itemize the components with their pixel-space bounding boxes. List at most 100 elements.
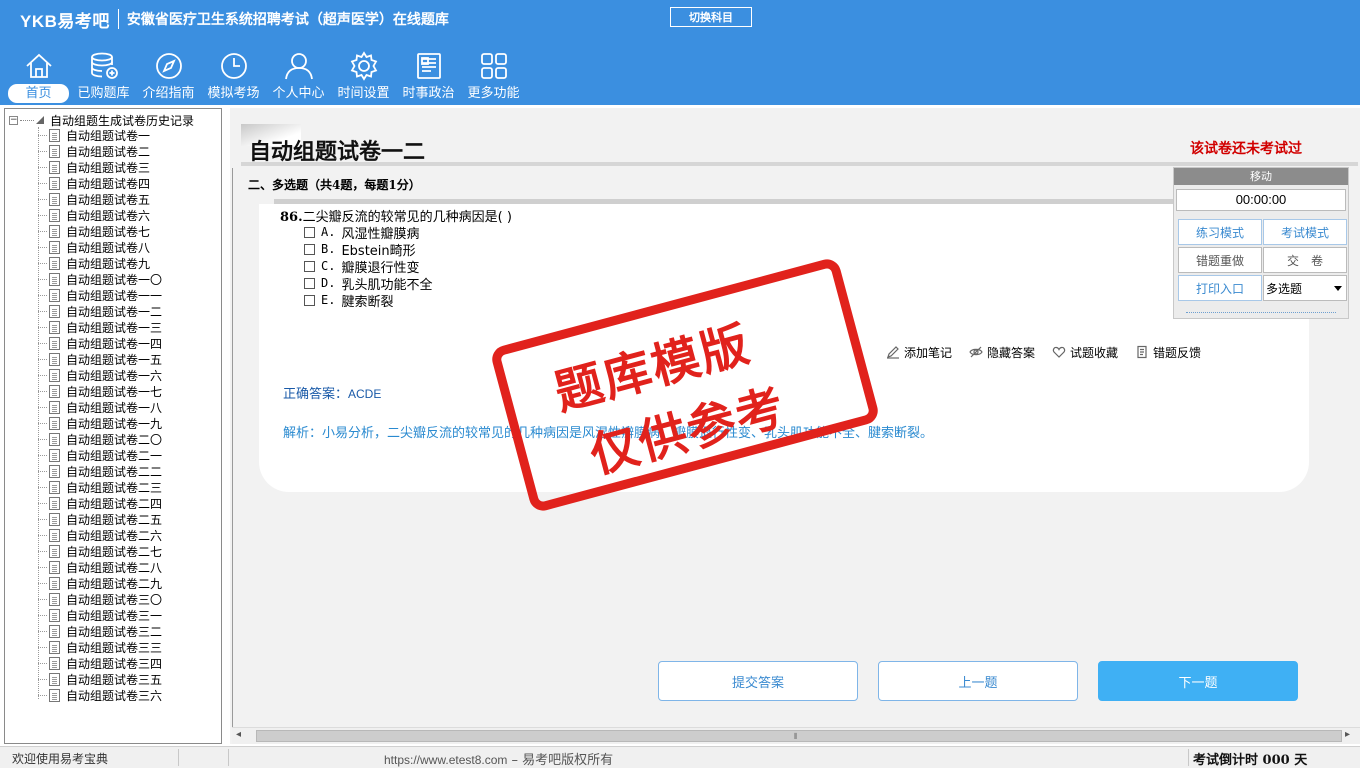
move-handle[interactable]: 移动 — [1174, 168, 1348, 185]
exam-control-panel: 移动 00:00:00 练习模式 考试模式 错题重做 交 卷 打印入口 多选题 — [1173, 167, 1349, 319]
nav-guide[interactable]: 介绍指南 — [136, 46, 201, 104]
nav-time-settings[interactable]: 时间设置 — [331, 46, 396, 104]
option-a[interactable]: A. 风湿性瓣膜病 — [304, 224, 419, 242]
nav-more-features[interactable]: 更多功能 — [461, 46, 526, 104]
tree-item[interactable]: 自动组题试卷二六 — [38, 527, 162, 543]
tree-item-label: 自动组题试卷三〇 — [66, 592, 163, 607]
tree-item[interactable]: 自动组题试卷八 — [38, 239, 162, 255]
option-key: A. — [321, 225, 336, 239]
tree-item[interactable]: 自动组题试卷三三 — [38, 639, 162, 655]
next-question-button[interactable]: 下一题 — [1098, 661, 1298, 701]
print-entry-button[interactable]: 打印入口 — [1178, 275, 1262, 301]
tree-item[interactable]: 自动组题试卷七 — [38, 223, 162, 239]
tree-item[interactable]: 自动组题试卷九 — [38, 255, 162, 271]
option-key: D. — [321, 276, 336, 290]
option-d[interactable]: D. 乳头肌功能不全 — [304, 275, 432, 293]
tree-item-label: 自动组题试卷一〇 — [66, 272, 163, 287]
document-icon — [49, 560, 60, 574]
tree-item-label: 自动组题试卷一三 — [66, 320, 163, 335]
tree-item[interactable]: 自动组题试卷二四 — [38, 495, 162, 511]
tree-item[interactable]: 自动组题试卷二八 — [38, 559, 162, 575]
tree-item-label: 自动组题试卷一五 — [66, 352, 163, 367]
question-type-select[interactable]: 多选题 — [1263, 275, 1347, 301]
tree-item-label: 自动组题试卷二三 — [66, 480, 163, 495]
nav-personal-center[interactable]: 个人中心 — [266, 46, 331, 104]
option-text: 腱索断裂 — [341, 294, 394, 310]
nav-purchased-banks[interactable]: 已购题库 — [71, 46, 136, 104]
tree-item[interactable]: 自动组题试卷五 — [38, 191, 162, 207]
tree-item[interactable]: 自动组题试卷一五 — [38, 351, 162, 367]
tree-item[interactable]: 自动组题试卷一六 — [38, 367, 162, 383]
tree-item[interactable]: 自动组题试卷一 — [38, 127, 162, 143]
tree-item[interactable]: 自动组题试卷四 — [38, 175, 162, 191]
tree-item[interactable]: 自动组题试卷一三 — [38, 319, 162, 335]
tree-item[interactable]: 自动组题试卷二二 — [38, 463, 162, 479]
document-icon — [49, 288, 60, 302]
tree-item[interactable]: 自动组题试卷三〇 — [38, 591, 162, 607]
tree-item[interactable]: 自动组题试卷六 — [38, 207, 162, 223]
add-note-button[interactable]: 添加笔记 — [886, 343, 952, 361]
option-b[interactable]: B. Ebstein畸形 — [304, 241, 416, 259]
option-e[interactable]: E. 腱索断裂 — [304, 292, 394, 310]
tree-item[interactable]: 自动组题试卷一八 — [38, 399, 162, 415]
favorite-button[interactable]: 试题收藏 — [1052, 343, 1118, 361]
practice-mode-button[interactable]: 练习模式 — [1178, 219, 1262, 245]
document-icon — [49, 496, 60, 510]
option-checkbox[interactable] — [304, 277, 315, 289]
prev-question-button[interactable]: 上一题 — [878, 661, 1078, 701]
switch-subject-button[interactable]: 切换科目 — [670, 7, 752, 27]
document-icon — [49, 192, 60, 206]
tree-item[interactable]: 自动组题试卷二七 — [38, 543, 162, 559]
tree-item[interactable]: 自动组题试卷二〇 — [38, 431, 162, 447]
hide-answer-button[interactable]: 隐藏答案 — [969, 343, 1035, 361]
tree-item[interactable]: 自动组题试卷三六 — [38, 687, 162, 703]
nav-home[interactable]: 首页 — [6, 46, 71, 104]
scroll-thumb[interactable]: ⦀ — [256, 730, 1342, 742]
option-checkbox[interactable] — [304, 243, 315, 255]
tree-item[interactable]: 自动组题试卷二三 — [38, 479, 162, 495]
tree-item[interactable]: 自动组题试卷三二 — [38, 623, 162, 639]
tree-item-label: 自动组题试卷二一 — [66, 448, 163, 463]
option-checkbox[interactable] — [304, 260, 315, 272]
tree-item[interactable]: 自动组题试卷三一 — [38, 607, 162, 623]
tree-item[interactable]: 自动组题试卷一二 — [38, 303, 162, 319]
tree-item-label: 自动组题试卷二六 — [66, 528, 163, 543]
tree-item-label: 自动组题试卷八 — [66, 240, 151, 255]
tree-item[interactable]: 自动组题试卷三 — [38, 159, 162, 175]
nav-mock-exam[interactable]: 模拟考场 — [201, 46, 266, 104]
tree-item[interactable]: 自动组题试卷一四 — [38, 335, 162, 351]
option-c[interactable]: C. 瓣膜退行性变 — [304, 258, 419, 276]
tree-item[interactable]: 自动组题试卷二一 — [38, 447, 162, 463]
tree-item[interactable]: 自动组题试卷三四 — [38, 655, 162, 671]
user-icon — [284, 53, 313, 80]
tree-item[interactable]: 自动组题试卷一〇 — [38, 271, 162, 287]
option-checkbox[interactable] — [304, 226, 315, 238]
option-checkbox[interactable] — [304, 294, 315, 306]
scroll-right-icon[interactable]: ▸ — [1345, 729, 1350, 740]
collapse-icon[interactable]: − — [9, 115, 18, 125]
tree-item[interactable]: 自动组题试卷一九 — [38, 415, 162, 431]
tree-item[interactable]: 自动组题试卷一七 — [38, 383, 162, 399]
tree-item[interactable]: 自动组题试卷二 — [38, 143, 162, 159]
redo-wrong-button[interactable]: 错题重做 — [1178, 247, 1262, 273]
horizontal-scrollbar[interactable]: ◂ ⦀ ▸ — [232, 727, 1360, 744]
submit-answer-button[interactable]: 提交答案 — [658, 661, 858, 701]
tree-item[interactable]: 自动组题试卷三五 — [38, 671, 162, 687]
brand-divider — [117, 9, 119, 29]
tree-item[interactable]: 自动组题试卷二九 — [38, 575, 162, 591]
welcome-text: 欢迎使用易考宝典 — [12, 752, 109, 766]
submit-paper-button[interactable]: 交 卷 — [1263, 247, 1347, 273]
tree-item-label: 自动组题试卷一八 — [66, 400, 163, 415]
nav-current-affairs[interactable]: 时事政治 — [396, 46, 461, 104]
report-error-button[interactable]: 错题反馈 — [1135, 343, 1201, 361]
copyright-text: https://www.etest8.com – 易考吧版权所有 — [384, 749, 613, 768]
tree-item[interactable]: 自动组题试卷二五 — [38, 511, 162, 527]
document-icon — [49, 128, 60, 142]
tree-item[interactable]: 自动组题试卷一一 — [38, 287, 162, 303]
scroll-left-icon[interactable]: ◂ — [236, 729, 241, 740]
document-icon — [49, 592, 60, 606]
exam-timer: 00:00:00 — [1176, 189, 1346, 211]
add-note-label: 添加笔记 — [904, 345, 953, 360]
clock-icon — [220, 53, 247, 79]
exam-mode-button[interactable]: 考试模式 — [1263, 219, 1347, 245]
